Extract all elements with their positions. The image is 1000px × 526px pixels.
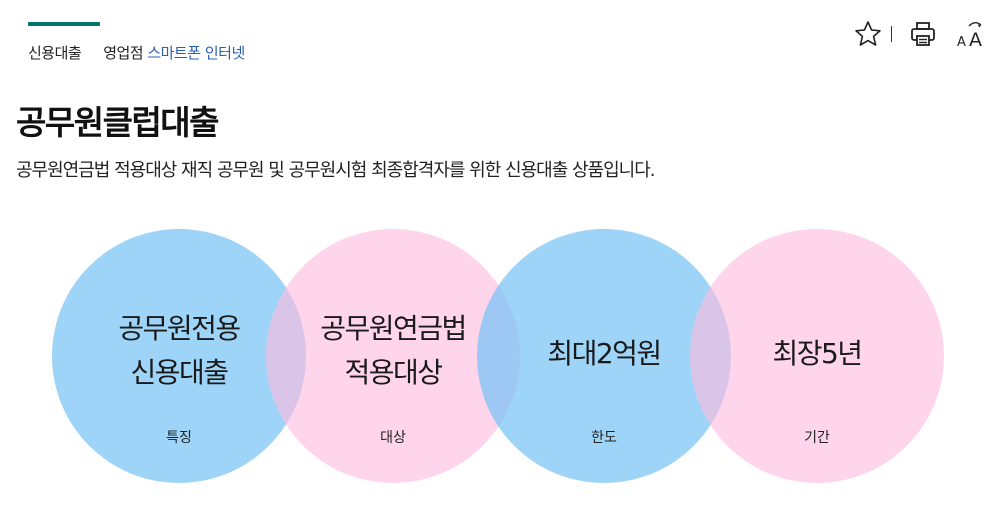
feature-circle-period: 최장5년 기간	[690, 229, 944, 483]
toolbar: A A	[851, 16, 988, 52]
printer-icon	[911, 22, 935, 46]
feature-value: 최장5년	[690, 332, 944, 376]
feature-value: 공무원전용 신용대출	[52, 307, 306, 395]
feature-circle-characteristic: 공무원전용 신용대출 특징	[52, 229, 306, 483]
font-size-large-a: A	[969, 29, 982, 50]
feature-circle-target: 공무원연금법 적용대상 대상	[266, 229, 520, 483]
star-outline-icon	[855, 21, 881, 46]
favorite-button[interactable]	[851, 17, 885, 51]
tab-channel-prefix: 영업점	[103, 44, 148, 62]
feature-value: 공무원연금법 적용대상	[266, 307, 520, 395]
toolbar-separator	[891, 26, 892, 42]
font-size-button[interactable]: A A	[954, 17, 988, 51]
feature-circles: 공무원전용 신용대출 특징 공무원연금법 적용대상 대상 최대2억원 한도 최장…	[0, 0, 1000, 526]
feature-value-line1: 공무원연금법	[320, 312, 467, 345]
feature-value-line2: 신용대출	[130, 356, 229, 389]
font-size-small-a: A	[957, 35, 966, 50]
tab-channel[interactable]: 영업점 스마트폰 인터넷	[103, 22, 245, 63]
tab-bar: 신용대출 영업점 스마트폰 인터넷	[28, 22, 245, 72]
tab-credit-loan[interactable]: 신용대출	[28, 22, 101, 63]
feature-value: 최대2억원	[477, 332, 731, 376]
text-size-icon: A A	[957, 22, 982, 50]
page-title: 공무원클럽대출	[16, 103, 220, 142]
feature-value-line1: 최장5년	[772, 337, 863, 370]
page-description: 공무원연금법 적용대상 재직 공무원 및 공무원시험 최종합격자를 위한 신용대…	[16, 160, 655, 181]
feature-label: 대상	[380, 430, 406, 446]
print-button[interactable]	[906, 17, 940, 51]
feature-label: 한도	[591, 430, 617, 446]
feature-label: 기간	[804, 430, 830, 446]
feature-circle-limit: 최대2억원 한도	[477, 229, 731, 483]
feature-value-line1: 최대2억원	[547, 337, 662, 370]
feature-value-line2: 적용대상	[344, 356, 443, 389]
feature-value-line1: 공무원전용	[118, 312, 241, 345]
tab-channel-highlight: 스마트폰 인터넷	[147, 44, 245, 62]
feature-label: 특징	[166, 430, 192, 446]
